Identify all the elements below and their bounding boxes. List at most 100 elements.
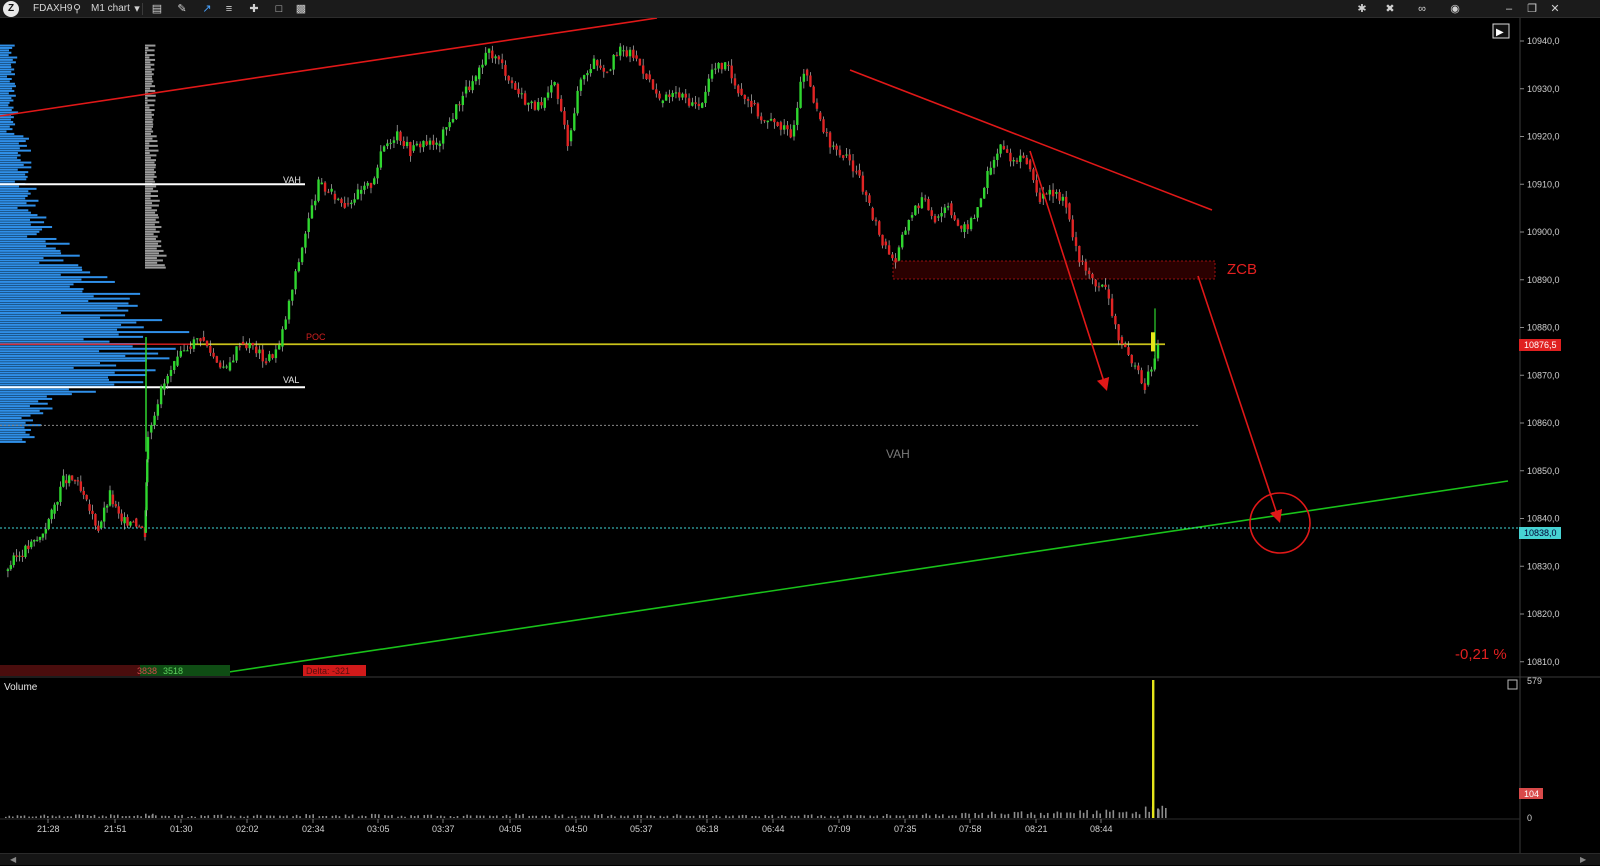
volume-bar xyxy=(653,816,656,818)
symbol-selector[interactable]: FDAXH9 xyxy=(33,2,72,16)
profile-bar xyxy=(0,149,31,152)
profile-bar xyxy=(0,397,53,400)
x-tick-label: 21:28 xyxy=(37,824,60,834)
tools-icon[interactable]: ✱ xyxy=(1355,2,1369,16)
poc-price-badge-text: 10876,5 xyxy=(1524,340,1557,350)
candle-body xyxy=(291,289,294,301)
volume-bar xyxy=(823,816,826,818)
candle-body xyxy=(809,75,812,87)
candle-body xyxy=(464,86,468,94)
volume-bar xyxy=(1039,812,1042,818)
profile-bar-secondary xyxy=(145,240,162,243)
maximize-icon[interactable]: ❐ xyxy=(1525,2,1539,16)
time-axis[interactable]: 21:28 21:51 01:30 02:02 02:34 03:05 03:37 04:05… xyxy=(37,819,1113,834)
volume-pane-title: Volume xyxy=(4,682,38,693)
candle-body xyxy=(135,518,138,527)
volume-bar xyxy=(469,815,472,818)
profile-bar xyxy=(0,378,109,381)
volume-bar xyxy=(436,816,439,818)
profile-bar-secondary xyxy=(145,156,151,159)
volume-bar xyxy=(456,816,459,818)
candle-body xyxy=(504,64,507,76)
candle-body xyxy=(159,386,163,405)
volume-bar xyxy=(872,816,875,818)
price-axis[interactable]: 10940,0 10930,0 10920,0 10910,0 10900,0 10890… xyxy=(1520,36,1560,667)
camera-icon[interactable]: ◉ xyxy=(1448,2,1462,16)
volume-bar xyxy=(331,815,334,818)
volume-bar xyxy=(571,815,573,818)
candle-body xyxy=(815,102,819,109)
volume-bar xyxy=(1000,813,1003,818)
profile-bar xyxy=(0,228,43,231)
profile-bar xyxy=(0,245,47,248)
chart-line-icon[interactable]: ↗ xyxy=(200,2,214,16)
profile-bar xyxy=(0,431,26,434)
candle-body xyxy=(1025,157,1029,165)
profile-bar xyxy=(0,73,15,76)
candle-body xyxy=(861,175,865,192)
volume-bar xyxy=(443,816,446,818)
x-tick-label: 03:05 xyxy=(367,824,390,834)
candle-body xyxy=(704,91,707,104)
volume-bar xyxy=(614,816,616,818)
crosshair-icon[interactable]: ✚ xyxy=(247,2,261,16)
profile-bar xyxy=(0,300,89,303)
profile-bar-secondary xyxy=(145,247,157,250)
draw-pen-icon[interactable]: ✎ xyxy=(175,2,189,16)
template-icon[interactable]: ▩ xyxy=(294,2,308,16)
x-tick-label: 07:58 xyxy=(959,824,982,834)
close-icon[interactable]: ✕ xyxy=(1548,2,1562,16)
search-icon[interactable]: ⚲ xyxy=(70,2,84,16)
price-chart[interactable]: ZCB VAH POC VAL VAH -0,21 % 10940,0 10930… xyxy=(0,18,1600,853)
scroll-right-icon[interactable]: ▶ xyxy=(1580,854,1586,866)
candle-body xyxy=(41,533,45,538)
volume-bar xyxy=(82,814,84,818)
candle-body xyxy=(415,143,419,146)
x-tick-label: 07:35 xyxy=(894,824,917,834)
volume-bar xyxy=(1004,814,1006,818)
candle-body xyxy=(940,212,943,217)
price-pane[interactable] xyxy=(0,18,1520,677)
scroll-left-icon[interactable]: ◀ xyxy=(10,854,16,866)
candle-body xyxy=(129,521,132,526)
volume-bar xyxy=(364,816,367,818)
profile-bar xyxy=(0,75,8,78)
volume-bar xyxy=(1069,812,1072,818)
volume-bar xyxy=(28,816,30,818)
profile-bar xyxy=(0,338,84,341)
volume-bar xyxy=(404,816,406,818)
profile-bar xyxy=(0,118,11,121)
volume-bar xyxy=(869,815,872,818)
volume-bar xyxy=(948,815,950,818)
profile-bar xyxy=(0,409,40,412)
crosshair-settings-icon[interactable]: ✖ xyxy=(1383,2,1397,16)
y-tick-label: 10880,0 xyxy=(1527,323,1560,333)
candle-body xyxy=(146,459,149,483)
volume-bar xyxy=(994,814,997,818)
volume-bar xyxy=(745,815,747,818)
candle-body xyxy=(969,218,973,230)
candle-body xyxy=(740,88,743,95)
link-icon[interactable]: ∞ xyxy=(1415,2,1429,16)
volume-bar xyxy=(623,816,626,818)
volume-bar xyxy=(794,815,796,818)
candle-body xyxy=(1133,365,1137,367)
volume-pane-close-button[interactable] xyxy=(1507,679,1518,690)
volume-bar xyxy=(1046,812,1049,818)
horizontal-scrollbar[interactable]: ◀ ▶ xyxy=(0,853,1600,865)
profile-bar xyxy=(0,87,13,90)
candle-body xyxy=(330,188,333,192)
minimize-icon[interactable]: – xyxy=(1502,2,1516,16)
zcb-zone[interactable] xyxy=(892,260,1216,280)
candle-body xyxy=(537,102,540,110)
volume-bar xyxy=(820,815,823,818)
candle-body xyxy=(838,149,842,156)
volume-bar xyxy=(955,815,957,818)
layers-icon[interactable]: ≡ xyxy=(222,2,236,16)
chart-type-selector[interactable]: M1 chart xyxy=(91,2,130,16)
bars-style-icon[interactable]: ▤ xyxy=(150,2,164,16)
window-icon[interactable]: □ xyxy=(272,2,286,16)
volume-bar xyxy=(322,816,324,818)
volume-bar xyxy=(676,814,678,818)
profile-bar-secondary xyxy=(145,211,156,214)
